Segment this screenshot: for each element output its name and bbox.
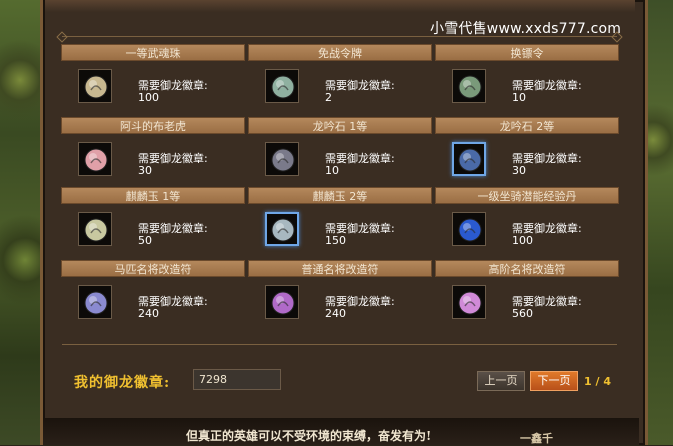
bottom-divider [62, 344, 617, 345]
cost-value: 2 [325, 91, 332, 104]
item-name-header: 免战令牌 [248, 44, 432, 61]
item-icon-slot[interactable] [452, 285, 486, 319]
item-icon-slot[interactable] [452, 69, 486, 103]
item-name-header: 马匹名将改造符 [61, 260, 245, 277]
item-icon-slot[interactable] [265, 142, 299, 176]
item-icon-slot[interactable] [78, 285, 112, 319]
item-icon-slot[interactable] [265, 69, 299, 103]
background-left [0, 0, 45, 445]
item-name-header: 高阶名将改造符 [435, 260, 619, 277]
cost-value: 10 [325, 164, 339, 177]
item-icon-slot[interactable] [265, 212, 299, 246]
cost-value: 240 [325, 307, 346, 320]
item-name-header: 阿斗的布老虎 [61, 117, 245, 134]
cost-label: 需要御龙徽章: [325, 79, 395, 92]
item-name-header: 一级坐骑潜能经验丹 [435, 187, 619, 204]
watermark-text: 小雪代售www.xxds777.com [430, 21, 622, 37]
item-name-header: 龙吟石 1等 [248, 117, 432, 134]
signature-text: 一鑫千 [520, 432, 553, 445]
prev-page-button[interactable]: 上一页 [477, 371, 525, 391]
title-strip [45, 0, 635, 12]
cost-value: 30 [512, 164, 526, 177]
page-indicator: 1 / 4 [584, 375, 611, 388]
item-name-header: 换镖令 [435, 44, 619, 61]
item-name-header: 龙吟石 2等 [435, 117, 619, 134]
cost-value: 30 [138, 164, 152, 177]
my-badge-label: 我的御龙徽章: [74, 375, 171, 391]
item-icon-slot[interactable] [452, 212, 486, 246]
cost-value: 240 [138, 307, 159, 320]
item-name-header: 麒麟玉 2等 [248, 187, 432, 204]
cost-value: 150 [325, 234, 346, 247]
my-badge-count-field: 7298 [193, 369, 281, 390]
cost-value: 100 [512, 234, 533, 247]
item-icon-slot[interactable] [265, 285, 299, 319]
item-icon-slot[interactable] [78, 69, 112, 103]
item-name-header: 一等武魂珠 [61, 44, 245, 61]
cost-value: 10 [512, 91, 526, 104]
cost-value: 50 [138, 234, 152, 247]
item-name-header: 麒麟玉 1等 [61, 187, 245, 204]
next-page-button[interactable]: 下一页 [530, 371, 578, 391]
item-name-header: 普通名将改造符 [248, 260, 432, 277]
top-divider [62, 36, 617, 37]
item-icon-slot[interactable] [78, 212, 112, 246]
cost-value: 560 [512, 307, 533, 320]
item-icon-slot[interactable] [78, 142, 112, 176]
slogan-text: 但真正的英雄可以不受环境的束缚，奋发有为! [186, 429, 432, 443]
cost-value: 100 [138, 91, 159, 104]
item-icon-slot[interactable] [452, 142, 486, 176]
